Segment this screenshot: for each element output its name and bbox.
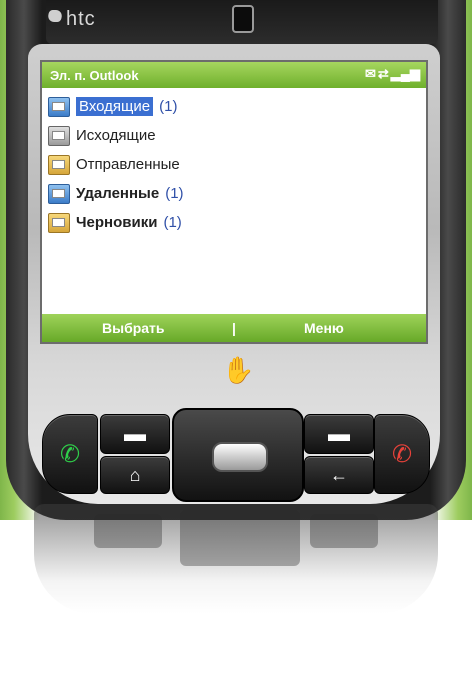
screen: Эл. п. Outlook ✉ ⇄ ▂▄▆ Входящие (1) Исхо… xyxy=(40,60,428,344)
reflection xyxy=(34,504,438,614)
reflection-key xyxy=(180,510,300,566)
call-button[interactable]: ✆ xyxy=(42,414,98,494)
folder-item-outbox[interactable]: Исходящие xyxy=(42,121,426,150)
folder-name: Исходящие xyxy=(76,127,156,144)
windows-logo-icon: ✋ xyxy=(222,355,255,385)
folder-item-inbox[interactable]: Входящие (1) xyxy=(42,92,426,121)
signal-icon: ▂▄▆ xyxy=(390,66,420,81)
brand-label: htc xyxy=(66,8,96,30)
reflection-key xyxy=(310,514,378,548)
back-arrow-icon: ← xyxy=(330,464,348,485)
inbox-folder-icon xyxy=(48,96,70,117)
folder-item-deleted[interactable]: Удаленные (1) xyxy=(42,179,426,208)
folder-name: Черновики xyxy=(76,214,158,231)
folder-name: Входящие xyxy=(76,97,154,116)
right-softkey-button[interactable]: ▬ xyxy=(304,414,374,454)
folder-name: Отправленные xyxy=(76,156,180,173)
action-button[interactable] xyxy=(212,442,268,472)
drafts-folder-icon xyxy=(48,212,70,233)
dash-icon: ▬ xyxy=(124,421,146,446)
dash-icon: ▬ xyxy=(328,421,350,446)
navigation-pad[interactable] xyxy=(172,408,304,502)
title-bar: Эл. п. Outlook ✉ ⇄ ▂▄▆ xyxy=(42,62,426,88)
softkey-menu[interactable]: Меню xyxy=(304,320,344,336)
folder-item-sent[interactable]: Отправленные xyxy=(42,150,426,179)
end-call-button[interactable]: ✆ xyxy=(374,414,430,494)
home-button[interactable]: ⌂ xyxy=(100,456,170,494)
earpiece xyxy=(232,5,254,33)
deleted-folder-icon xyxy=(48,183,70,204)
home-icon: ⌂ xyxy=(129,464,141,485)
keypad: ✆ ▬ ⌂ ▬ ← ✆ xyxy=(42,408,430,502)
phone-icon: ✆ xyxy=(59,440,81,468)
folder-count: (1) xyxy=(163,214,182,231)
mail-icon: ✉ xyxy=(364,66,376,81)
softkey-select[interactable]: Выбрать xyxy=(102,320,165,336)
back-button[interactable]: ← xyxy=(304,456,374,494)
sync-icon: ⇄ xyxy=(377,66,389,81)
softkey-separator: | xyxy=(232,320,236,336)
hangup-icon: ✆ xyxy=(391,440,413,468)
folder-count: (1) xyxy=(159,98,178,115)
folder-item-drafts[interactable]: Черновики (1) xyxy=(42,208,426,237)
outbox-folder-icon xyxy=(48,125,70,146)
softkey-bar: Выбрать | Меню xyxy=(42,314,426,342)
folder-list: Входящие (1) Исходящие Отправленные Удал… xyxy=(42,92,426,237)
left-softkey-button[interactable]: ▬ xyxy=(100,414,170,454)
reflection-key xyxy=(94,514,162,548)
sent-folder-icon xyxy=(48,154,70,175)
app-title: Эл. п. Outlook xyxy=(50,68,139,83)
folder-count: (1) xyxy=(165,185,184,202)
folder-name: Удаленные xyxy=(76,185,160,202)
status-icons: ✉ ⇄ ▂▄▆ xyxy=(365,66,420,82)
